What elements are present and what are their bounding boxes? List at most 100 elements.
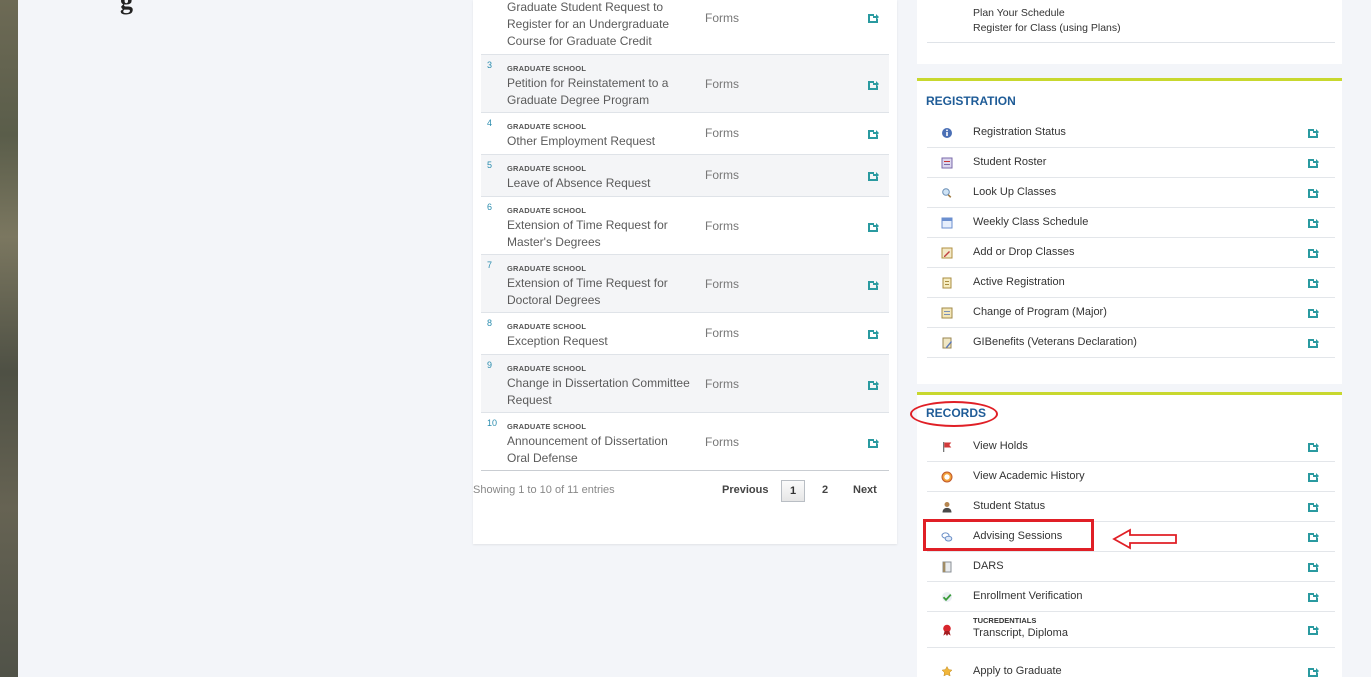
annotation-ellipse	[910, 401, 998, 427]
item-label: Add or Drop Classes	[973, 246, 1075, 258]
background-image-strip	[0, 0, 18, 677]
plan-schedule-link[interactable]: Plan Your Schedule	[973, 7, 1065, 19]
row-number: 9	[487, 360, 493, 370]
apply-to-graduate-link[interactable]: Apply to Graduate	[927, 657, 1335, 677]
form-title[interactable]: Extension of Time Request for Master's D…	[507, 217, 692, 251]
checkmark-icon	[942, 592, 952, 602]
page-1-button[interactable]: 1	[781, 480, 805, 502]
info-icon	[942, 128, 952, 138]
open-link-icon[interactable]	[1307, 667, 1319, 677]
student-status-link[interactable]: Student Status	[927, 492, 1335, 522]
open-link-icon[interactable]	[1307, 308, 1319, 318]
item-label: DARS	[973, 560, 1004, 572]
view-academic-history-link[interactable]: View Academic History	[927, 462, 1335, 492]
previous-page-button[interactable]: Previous	[722, 484, 768, 496]
form-title[interactable]: Change in Dissertation Committee Request	[507, 375, 692, 409]
school-label: GRADUATE SCHOOL	[507, 164, 587, 173]
table-row: 10 GRADUATE SCHOOL Announcement of Disse…	[481, 413, 889, 471]
open-link-icon[interactable]	[867, 129, 879, 139]
item-label: Student Roster	[973, 156, 1047, 168]
registration-status-link[interactable]: Registration Status	[927, 118, 1335, 148]
item-sublabel: TUCREDENTIALS	[973, 616, 1037, 625]
page-2-button[interactable]: 2	[822, 484, 828, 496]
dars-link[interactable]: DARS	[927, 552, 1335, 582]
form-title[interactable]: Extension of Time Request for Doctoral D…	[507, 275, 692, 309]
open-link-icon[interactable]	[1307, 502, 1319, 512]
open-link-icon[interactable]	[1307, 128, 1319, 138]
ribbon-icon	[943, 624, 951, 636]
register-plans-link[interactable]: Register for Class (using Plans)	[973, 22, 1121, 34]
open-link-icon[interactable]	[1307, 532, 1319, 542]
form-title[interactable]: Announcement of Dissertation Oral Defens…	[507, 433, 692, 467]
form-title[interactable]: Petition for Reinstatement to a Graduate…	[507, 75, 692, 109]
table-row: 7 GRADUATE SCHOOL Extension of Time Requ…	[481, 255, 889, 313]
open-link-icon[interactable]	[867, 280, 879, 290]
form-type: Forms	[705, 435, 739, 449]
school-label: GRADUATE SCHOOL	[507, 64, 587, 73]
student-roster-link[interactable]: Student Roster	[927, 148, 1335, 178]
add-drop-classes-link[interactable]: Add or Drop Classes	[927, 238, 1335, 268]
next-page-button[interactable]: Next	[853, 484, 877, 496]
table-pagination: Showing 1 to 10 of 11 entries Previous 1…	[473, 480, 897, 504]
open-link-icon[interactable]	[867, 329, 879, 339]
report-icon	[942, 561, 952, 573]
person-icon	[942, 502, 952, 513]
row-number: 6	[487, 202, 493, 212]
history-icon	[941, 471, 953, 483]
item-label: Registration Status	[973, 126, 1066, 138]
open-link-icon[interactable]	[1307, 278, 1319, 288]
form-title[interactable]: Leave of Absence Request	[507, 175, 692, 192]
divider	[927, 42, 1335, 43]
open-link-icon[interactable]	[867, 80, 879, 90]
open-link-icon[interactable]	[1307, 472, 1319, 482]
award-icon	[941, 666, 953, 677]
item-label: View Holds	[973, 440, 1028, 452]
look-up-classes-link[interactable]: Look Up Classes	[927, 178, 1335, 208]
school-label: GRADUATE SCHOOL	[507, 206, 587, 215]
page-heading-fragment: g	[120, 0, 133, 15]
change-of-program-link[interactable]: Change of Program (Major)	[927, 298, 1335, 328]
view-holds-link[interactable]: View Holds	[927, 432, 1335, 462]
weekly-class-schedule-link[interactable]: Weekly Class Schedule	[927, 208, 1335, 238]
forms-panel: Graduate Student Request to Register for…	[473, 0, 897, 544]
table-row: 5 GRADUATE SCHOOL Leave of Absence Reque…	[481, 155, 889, 197]
open-link-icon[interactable]	[1307, 188, 1319, 198]
open-link-icon[interactable]	[1307, 338, 1319, 348]
open-link-icon[interactable]	[867, 171, 879, 181]
form-title[interactable]: Graduate Student Request to Register for…	[507, 0, 692, 50]
open-link-icon[interactable]	[867, 380, 879, 390]
active-registration-link[interactable]: Active Registration	[927, 268, 1335, 298]
open-link-icon[interactable]	[867, 222, 879, 232]
open-link-icon[interactable]	[1307, 218, 1319, 228]
edit-form-icon	[941, 247, 953, 259]
item-label: Transcript, Diploma	[973, 627, 1068, 639]
open-link-icon[interactable]	[1307, 442, 1319, 452]
form-title[interactable]: Other Employment Request	[507, 133, 692, 150]
open-link-icon[interactable]	[1307, 562, 1319, 572]
enrollment-verification-link[interactable]: Enrollment Verification	[927, 582, 1335, 612]
item-label: Apply to Graduate	[973, 665, 1062, 677]
tucredentials-link[interactable]: TUCREDENTIALS Transcript, Diploma	[927, 612, 1335, 648]
form-title[interactable]: Exception Request	[507, 333, 692, 350]
item-label: Student Status	[973, 500, 1046, 512]
open-link-icon[interactable]	[1307, 625, 1319, 635]
form-type: Forms	[705, 11, 739, 25]
form-type: Forms	[705, 277, 739, 291]
notepad-icon	[942, 277, 952, 289]
item-label: GIBenefits (Veterans Declaration)	[973, 336, 1137, 348]
forms-table: Graduate Student Request to Register for…	[481, 0, 889, 471]
open-link-icon[interactable]	[1307, 592, 1319, 602]
entries-info: Showing 1 to 10 of 11 entries	[473, 484, 615, 496]
gibenefits-link[interactable]: GIBenefits (Veterans Declaration)	[927, 328, 1335, 358]
open-link-icon[interactable]	[867, 13, 879, 23]
roster-icon	[941, 157, 953, 169]
school-label: GRADUATE SCHOOL	[507, 122, 587, 131]
school-label: GRADUATE SCHOOL	[507, 422, 587, 431]
open-link-icon[interactable]	[867, 438, 879, 448]
calendar-icon	[941, 217, 953, 229]
table-row: Graduate Student Request to Register for…	[481, 0, 889, 55]
table-row: 6 GRADUATE SCHOOL Extension of Time Requ…	[481, 197, 889, 255]
open-link-icon[interactable]	[1307, 158, 1319, 168]
form-type: Forms	[705, 377, 739, 391]
open-link-icon[interactable]	[1307, 248, 1319, 258]
